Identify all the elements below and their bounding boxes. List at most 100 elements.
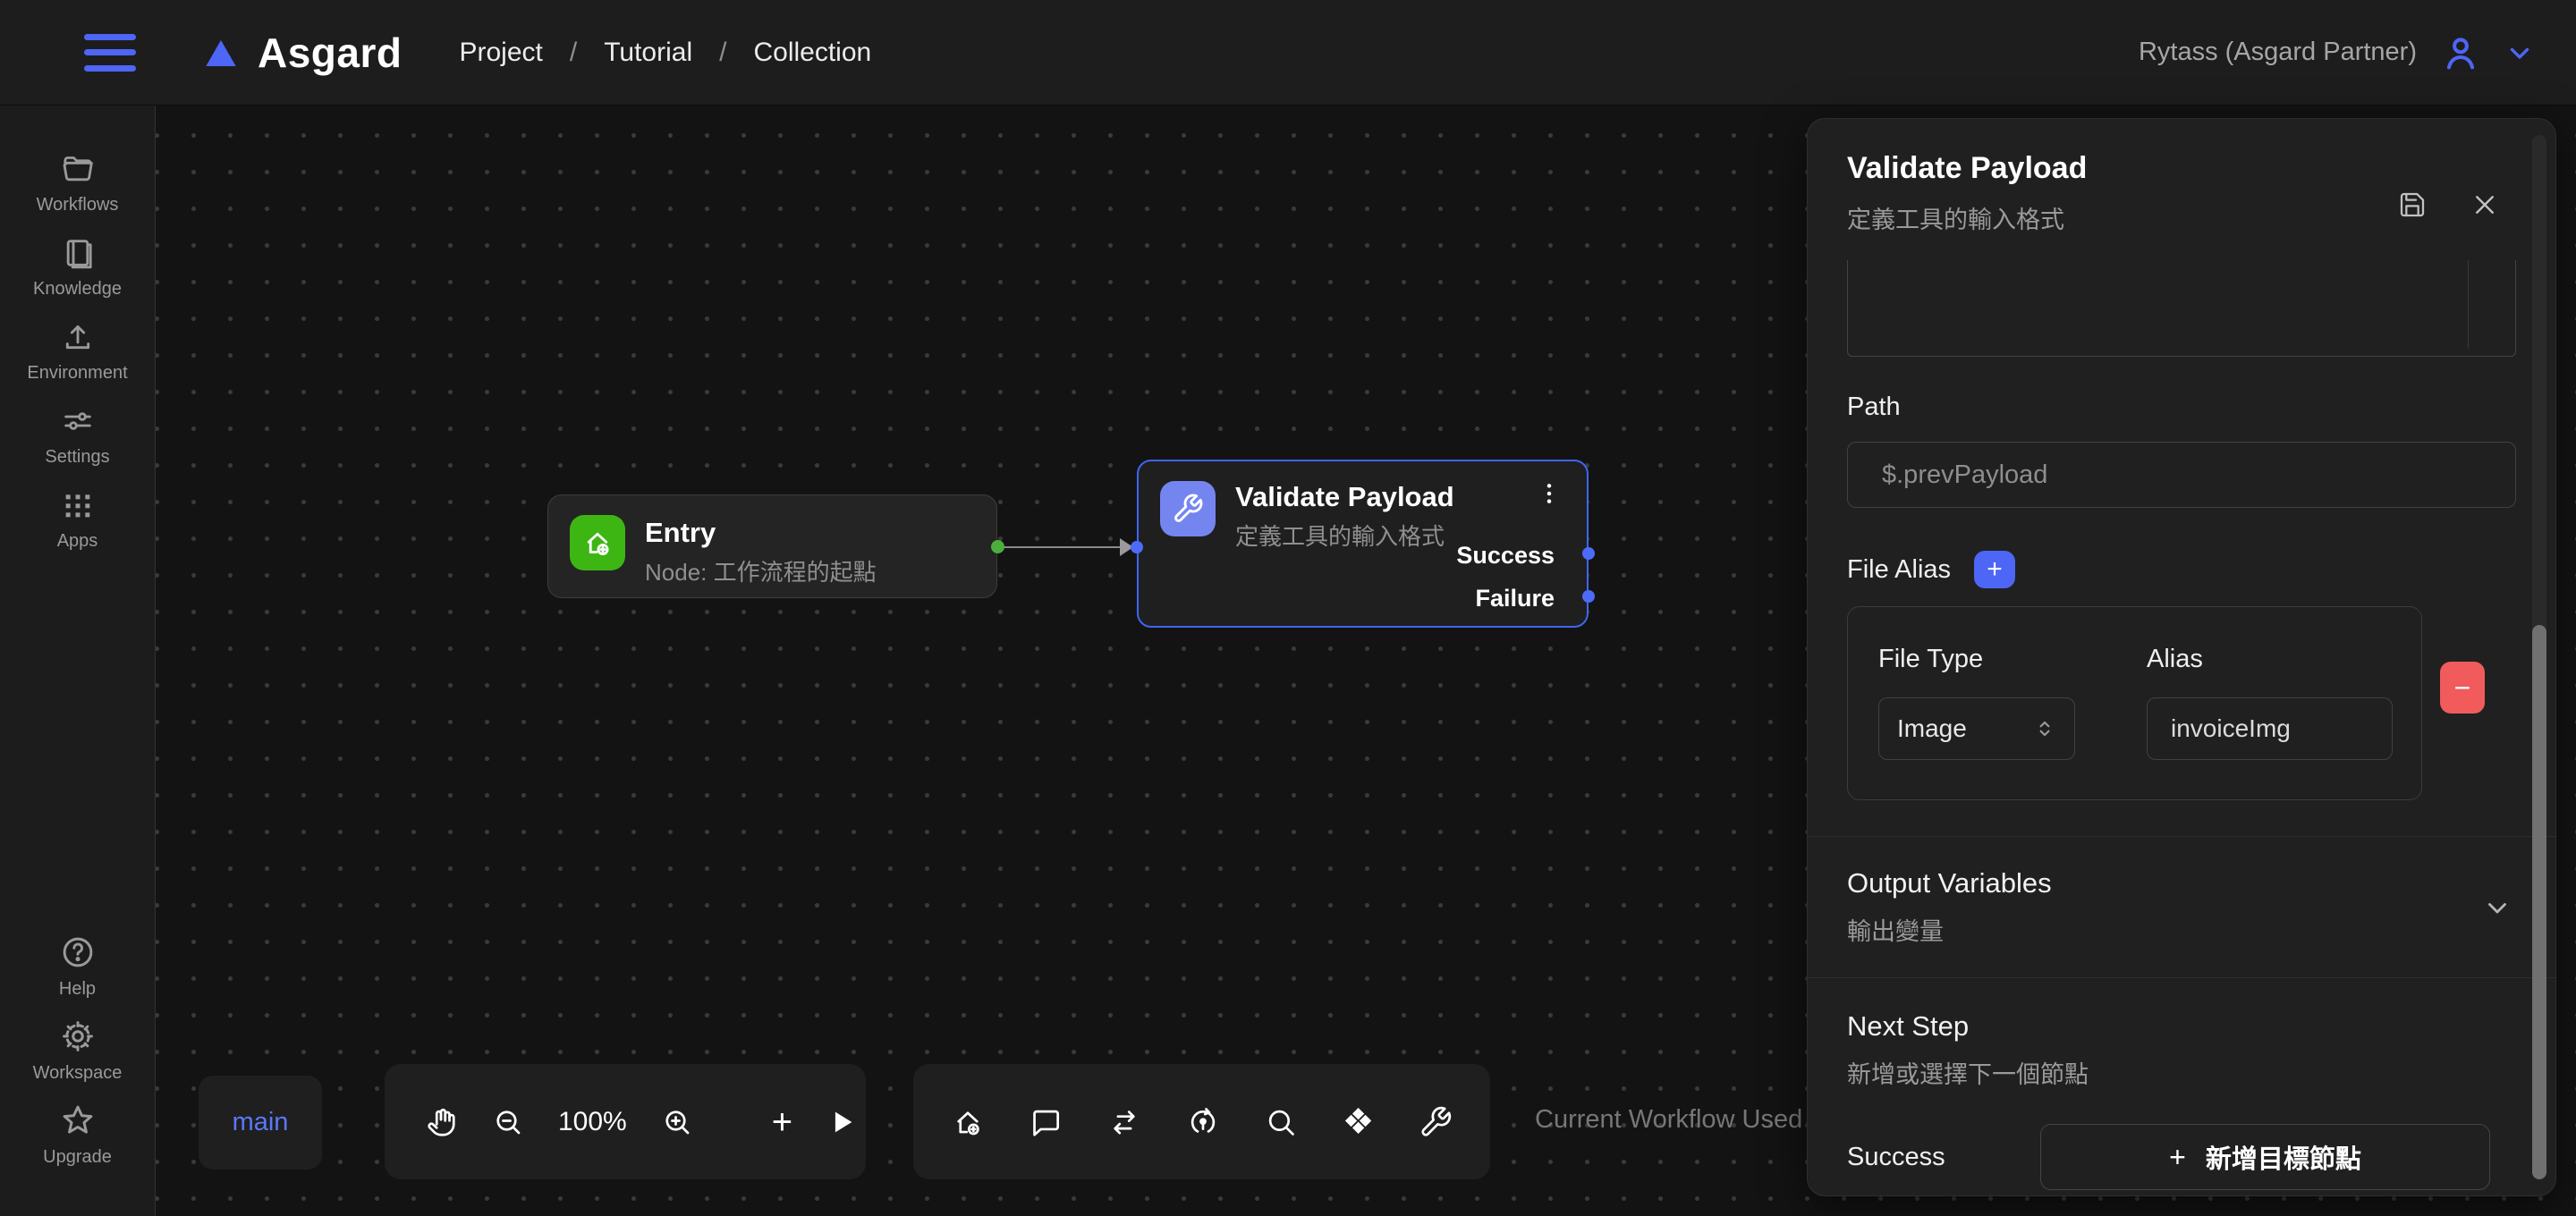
file-type-select[interactable]: Image: [1878, 697, 2075, 760]
edge-entry-to-validate: [1004, 546, 1127, 548]
file-type-value: Image: [1897, 714, 1967, 743]
canvas-tools-toolbar: ❖: [913, 1064, 1490, 1179]
breadcrumb-tutorial[interactable]: Tutorial: [604, 38, 692, 68]
save-icon[interactable]: [2398, 174, 2427, 235]
textarea-scrollbar[interactable]: [2468, 260, 2469, 349]
run-workflow-icon[interactable]: [826, 1107, 857, 1137]
sidebar-label: Workflows: [37, 195, 119, 215]
app-logo[interactable]: Asgard: [202, 29, 402, 77]
output-variables-title: Output Variables: [1847, 867, 2052, 899]
house-plus-icon: [581, 527, 614, 559]
book-icon: [60, 235, 96, 271]
add-target-label: 新增目標節點: [2206, 1138, 2361, 1176]
sidebar-item-environment[interactable]: Environment: [0, 309, 155, 393]
sidebar-item-workspace[interactable]: Workspace: [0, 1009, 155, 1093]
sidebar-footer: Help Workspace Upgrade: [0, 925, 155, 1216]
close-icon[interactable]: [2471, 174, 2498, 235]
workflow-usage-status: Current Workflow Used: [1535, 1105, 1802, 1135]
app-name: Asgard: [258, 29, 402, 77]
alias-input[interactable]: [2147, 697, 2393, 760]
sidebar-item-help[interactable]: Help: [0, 925, 155, 1009]
failure-output-handle[interactable]: [1582, 590, 1595, 603]
breadcrumb-project[interactable]: Project: [459, 38, 542, 68]
validate-node-title: Validate Payload: [1235, 481, 1454, 513]
remove-file-alias-button[interactable]: −: [2440, 662, 2485, 714]
node-validate-payload[interactable]: Validate Payload 定義工具的輸入格式 Success Failu…: [1137, 460, 1589, 628]
zoom-level: 100%: [558, 1107, 627, 1137]
file-alias-row: File Type Image Alias −: [1847, 606, 2516, 800]
sidebar-label: Workspace: [33, 1063, 123, 1084]
wrench-icon: [1172, 493, 1204, 525]
success-output-label: Success: [1456, 542, 1555, 570]
breadcrumb-collection[interactable]: Collection: [753, 38, 871, 68]
node-entry[interactable]: Entry Node: 工作流程的起點: [547, 494, 997, 598]
add-success-target-button[interactable]: + 新增目標節點: [2040, 1124, 2490, 1190]
triangle-logo-icon: [202, 35, 240, 71]
entry-node-title: Entry: [645, 517, 716, 549]
add-entry-node-icon[interactable]: [951, 1105, 985, 1139]
sidebar-label: Upgrade: [43, 1147, 112, 1168]
config-textarea[interactable]: [1847, 260, 2516, 357]
zoom-out-icon[interactable]: [492, 1106, 524, 1138]
failure-output-label: Failure: [1475, 585, 1555, 612]
canvas-zoom-toolbar: 100% +: [385, 1064, 866, 1179]
path-label: Path: [1847, 393, 2516, 422]
alias-column-label: Alias: [2147, 645, 2393, 674]
account-menu[interactable]: Rytass (Asgard Partner): [2139, 32, 2535, 73]
panel-subtitle: 定義工具的輸入格式: [1847, 200, 2087, 235]
node-config-panel: Validate Payload 定義工具的輸入格式 Path File Ali…: [1807, 118, 2556, 1196]
entry-output-handle[interactable]: [991, 540, 1004, 553]
iteration-icon[interactable]: [1186, 1105, 1220, 1139]
upload-icon: [60, 319, 96, 355]
left-sidebar: Workflows Knowledge Environment Settings…: [0, 106, 156, 1216]
hamburger-menu-icon[interactable]: [84, 34, 136, 72]
folder-icon: [60, 151, 96, 187]
sidebar-label: Apps: [57, 531, 98, 552]
node-kebab-menu-icon[interactable]: [1531, 476, 1567, 511]
next-step-success-row: Success + 新增目標節點: [1847, 1124, 2516, 1190]
path-input[interactable]: [1847, 442, 2516, 508]
branch-button[interactable]: main: [199, 1076, 322, 1170]
search-icon[interactable]: [1264, 1105, 1298, 1139]
validate-input-handle[interactable]: [1131, 541, 1143, 553]
tools-wrench-icon[interactable]: [1419, 1105, 1453, 1139]
breadcrumb-separator: /: [719, 38, 726, 68]
file-alias-label: File Alias: [1847, 555, 1951, 585]
account-name: Rytass (Asgard Partner): [2139, 38, 2417, 67]
validate-node-icon: [1160, 481, 1216, 536]
file-type-column-label: File Type: [1878, 645, 2075, 674]
breadcrumb-separator: /: [570, 38, 577, 68]
sidebar-item-settings[interactable]: Settings: [0, 393, 155, 477]
swap-arrows-icon[interactable]: [1107, 1105, 1141, 1139]
panel-title: Validate Payload: [1847, 151, 2087, 186]
breadcrumb: Project / Tutorial / Collection: [459, 38, 871, 68]
validate-node-subtitle: 定義工具的輸入格式: [1235, 519, 1445, 552]
plus-icon: +: [2169, 1141, 2186, 1174]
pan-hand-icon[interactable]: [424, 1105, 458, 1139]
sidebar-item-knowledge[interactable]: Knowledge: [0, 225, 155, 309]
sidebar-item-apps[interactable]: Apps: [0, 477, 155, 562]
output-variables-subtitle: 輸出變量: [1847, 912, 2052, 947]
grid-dots-icon: [60, 487, 96, 523]
next-step-subtitle: 新增或選擇下一個節點: [1847, 1055, 2516, 1090]
panel-scrollbar-thumb[interactable]: [2532, 625, 2546, 1179]
gear-icon: [59, 1018, 97, 1055]
user-icon: [2440, 32, 2481, 73]
output-variables-section[interactable]: Output Variables 輸出變量: [1847, 837, 2516, 977]
chevron-down-icon[interactable]: [2482, 892, 2512, 923]
sidebar-item-upgrade[interactable]: Upgrade: [0, 1093, 155, 1177]
zoom-in-icon[interactable]: [661, 1106, 693, 1138]
sidebar-label: Knowledge: [33, 279, 122, 300]
navigator-icon[interactable]: ❖: [1343, 1104, 1375, 1140]
entry-node-subtitle: Node: 工作流程的起點: [645, 554, 877, 587]
success-output-handle[interactable]: [1582, 547, 1595, 560]
panel-content: Path File Alias + File Type Image Ali: [1808, 260, 2555, 1196]
comment-icon[interactable]: [1030, 1105, 1063, 1139]
next-step-section: Next Step 新增或選擇下一個節點: [1847, 978, 2516, 1090]
sliders-icon: [60, 403, 96, 439]
sidebar-label: Settings: [45, 447, 109, 468]
add-file-alias-button[interactable]: +: [1974, 551, 2015, 588]
add-icon[interactable]: +: [772, 1104, 792, 1140]
sidebar-item-workflows[interactable]: Workflows: [0, 141, 155, 225]
sidebar-label: Help: [59, 979, 96, 1000]
